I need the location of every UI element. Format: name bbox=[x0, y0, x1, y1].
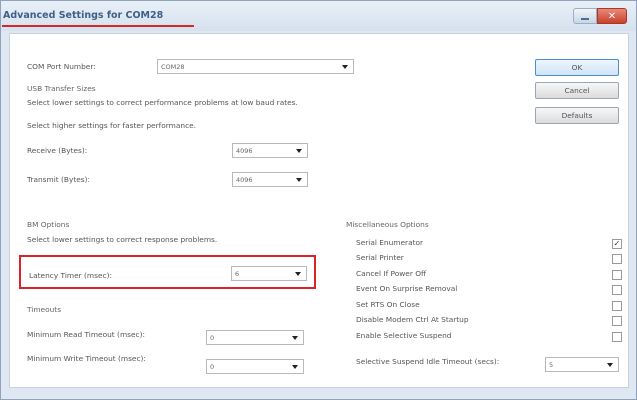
timeouts-header: Timeouts bbox=[27, 305, 62, 314]
transmit-bytes-value: 4096 bbox=[236, 176, 253, 184]
title-underline-annotation bbox=[2, 25, 194, 27]
close-icon: ✕ bbox=[607, 10, 617, 22]
bm-help-line: Select lower settings to correct respons… bbox=[27, 235, 218, 244]
misc-option-label: Disable Modem Ctrl At Startup bbox=[356, 315, 469, 324]
chevron-down-icon bbox=[607, 363, 613, 367]
misc-option-checkbox[interactable] bbox=[612, 332, 622, 342]
misc-option-label: Event On Surprise Removal bbox=[356, 284, 458, 293]
minimize-button[interactable] bbox=[573, 8, 597, 24]
checkmark-icon: ✓ bbox=[613, 239, 621, 248]
chevron-down-icon bbox=[296, 178, 302, 182]
receive-bytes-label: Receive (Bytes): bbox=[27, 146, 88, 155]
latency-highlight-box bbox=[19, 255, 316, 289]
min-read-timeout-select[interactable]: 0 bbox=[206, 330, 304, 345]
com-port-label: COM Port Number: bbox=[27, 62, 96, 71]
chevron-down-icon bbox=[292, 336, 298, 340]
minimize-icon bbox=[581, 17, 589, 20]
min-write-timeout-value: 0 bbox=[210, 363, 215, 371]
com-port-select[interactable]: COM28 bbox=[157, 59, 354, 74]
chevron-down-icon bbox=[342, 65, 348, 69]
misc-option-label: Enable Selective Suspend bbox=[356, 331, 452, 340]
selective-suspend-timeout-label: Selective Suspend Idle Timeout (secs): bbox=[356, 357, 500, 366]
misc-option-checkbox[interactable] bbox=[612, 285, 622, 295]
advanced-settings-window: Advanced Settings for COM28 ✕ COM Port N… bbox=[0, 0, 637, 400]
usb-help-line-2: Select higher settings for faster perfor… bbox=[27, 121, 197, 130]
misc-option-label: Cancel If Power Off bbox=[356, 269, 427, 278]
misc-option-checkbox[interactable] bbox=[612, 254, 622, 264]
selective-suspend-timeout-select[interactable]: 5 bbox=[545, 357, 619, 372]
min-read-timeout-label: Minimum Read Timeout (msec): bbox=[27, 330, 145, 339]
window-title: Advanced Settings for COM28 bbox=[3, 10, 164, 21]
selective-suspend-timeout-value: 5 bbox=[549, 361, 554, 369]
dialog-body: COM Port Number: COM28 USB Transfer Size… bbox=[9, 33, 629, 388]
usb-transfer-sizes-header: USB Transfer Sizes bbox=[27, 84, 96, 93]
close-button[interactable]: ✕ bbox=[597, 8, 627, 24]
defaults-button[interactable]: Defaults bbox=[535, 107, 619, 124]
receive-bytes-select[interactable]: 4096 bbox=[232, 143, 308, 158]
misc-option-label: Serial Enumerator bbox=[356, 238, 424, 247]
misc-option-checkbox[interactable]: ✓ bbox=[612, 239, 622, 249]
misc-option-checkbox[interactable] bbox=[612, 316, 622, 326]
cancel-button[interactable]: Cancel bbox=[535, 82, 619, 99]
misc-option-label: Serial Printer bbox=[356, 253, 404, 262]
ok-button[interactable]: OK bbox=[535, 59, 619, 76]
bm-options-header: BM Options bbox=[27, 220, 70, 229]
transmit-bytes-select[interactable]: 4096 bbox=[232, 172, 308, 187]
misc-option-label: Set RTS On Close bbox=[356, 300, 420, 309]
chevron-down-icon bbox=[296, 149, 302, 153]
min-write-timeout-label: Minimum Write Timeout (msec): bbox=[27, 354, 146, 363]
com-port-value: COM28 bbox=[161, 63, 185, 71]
misc-options-header: Miscellaneous Options bbox=[346, 220, 429, 229]
usb-help-line-1: Select lower settings to correct perform… bbox=[27, 98, 298, 107]
transmit-bytes-label: Transmit (Bytes): bbox=[27, 175, 91, 184]
min-read-timeout-value: 0 bbox=[210, 334, 215, 342]
receive-bytes-value: 4096 bbox=[236, 147, 253, 155]
min-write-timeout-select[interactable]: 0 bbox=[206, 359, 304, 374]
chevron-down-icon bbox=[292, 365, 298, 369]
misc-option-checkbox[interactable] bbox=[612, 301, 622, 311]
misc-option-checkbox[interactable] bbox=[612, 270, 622, 280]
title-bar[interactable]: Advanced Settings for COM28 ✕ bbox=[1, 1, 636, 31]
